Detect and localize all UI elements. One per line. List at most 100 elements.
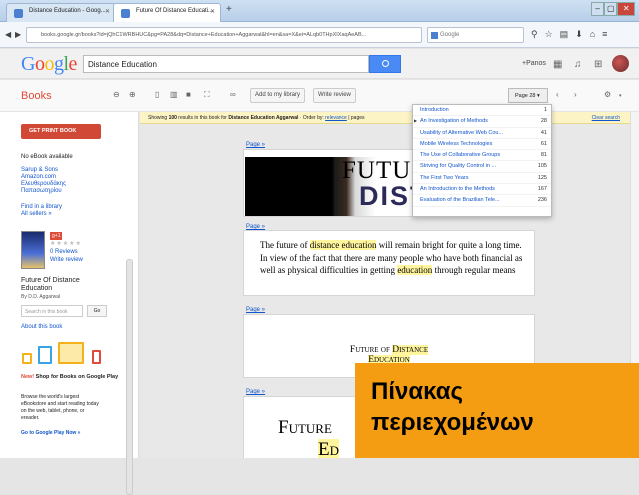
get-print-book-button[interactable]: GET PRINT BOOK — [21, 124, 101, 139]
tab-label: Future Of Distance Educati... — [136, 8, 214, 14]
search-input[interactable]: Distance Education — [83, 55, 369, 73]
caption-overlay: Πίνακας περιεχομένων — [355, 363, 639, 458]
search-engine-label: Google — [440, 32, 460, 38]
fullscreen-icon[interactable]: ⛶ — [204, 90, 210, 100]
seller-link[interactable]: Sarup & Sons — [21, 167, 58, 173]
apps-grid-icon[interactable]: ▦ — [553, 59, 562, 70]
order-relevance-link[interactable]: relevance — [325, 115, 347, 121]
link-icon[interactable]: ∞ — [230, 90, 236, 99]
library-icon[interactable]: ▤ — [560, 29, 576, 39]
toc-page: 61 — [540, 140, 547, 147]
viewer-scrollbar[interactable] — [630, 112, 639, 367]
settings-gear-icon[interactable]: ⚙ — [604, 90, 611, 99]
clear-search-link[interactable]: Clear search — [592, 115, 620, 121]
page-link[interactable]: Page » — [246, 389, 265, 395]
ereader-icon — [92, 350, 101, 364]
two-page-icon[interactable]: ▥ — [170, 90, 178, 99]
all-sellers-link[interactable]: All sellers » — [21, 211, 52, 217]
close-window-button[interactable]: ✕ — [617, 2, 635, 16]
toc-item[interactable]: Introduction 1 — [413, 105, 551, 117]
toc-item[interactable]: The First Two Years 125 — [413, 173, 551, 185]
close-tab-icon[interactable]: ✕ — [105, 8, 110, 15]
single-page-icon[interactable]: ▯ — [155, 90, 159, 99]
minimize-button[interactable]: – — [591, 2, 605, 16]
avatar[interactable] — [612, 55, 629, 72]
book-page: The future of distance education will re… — [243, 230, 535, 296]
toc-page: 28 — [540, 118, 547, 125]
google-play-link[interactable]: Go to Google Play Now » — [21, 430, 80, 436]
order-pages-link[interactable]: | pages — [347, 115, 364, 121]
google-plus-one-badge[interactable]: g+1 — [50, 232, 63, 240]
toc-item[interactable]: The Use of Collaborative Groups 81 — [413, 150, 551, 162]
zoom-in-icon[interactable]: ⊕ — [129, 90, 136, 99]
toc-page: 81 — [540, 152, 547, 159]
google-logo[interactable]: Google — [21, 53, 77, 76]
menu-icon[interactable]: ≡ — [602, 29, 614, 39]
toc-page: 1 — [543, 107, 547, 113]
maximize-button[interactable]: ▢ — [604, 2, 618, 16]
close-tab-icon[interactable]: ✕ — [210, 8, 215, 15]
toc-item[interactable]: Striving for Quality Control in ... 105 — [413, 161, 551, 173]
forward-icon[interactable]: ▶ — [15, 30, 21, 39]
tab-distance-education[interactable]: Distance Education - Goog... ✕ — [6, 3, 116, 22]
toc-item[interactable]: Mobile Wireless Technologies 61 — [413, 139, 551, 151]
bookmark-star-icon[interactable]: ☆ — [545, 29, 560, 39]
books-label[interactable]: Books — [21, 90, 52, 102]
reviews-link[interactable]: 0 Reviews — [50, 249, 78, 255]
toc-item[interactable]: Usability of Alternative Web Cou... 41 — [413, 128, 551, 139]
write-review-link[interactable]: Write review — [50, 257, 83, 263]
download-icon[interactable]: ⬇ — [575, 29, 590, 39]
search-go-button[interactable]: Go — [87, 305, 107, 317]
sidebar-scrollbar[interactable] — [126, 259, 133, 495]
book-cover-thumbnail[interactable] — [21, 231, 45, 269]
home-icon[interactable]: ⌂ — [590, 29, 602, 39]
new-tab-button[interactable]: + — [226, 4, 232, 15]
zoom-out-icon[interactable]: ⊖ — [113, 90, 120, 99]
search-button[interactable] — [369, 55, 401, 73]
highlighted-term: distance education — [309, 240, 377, 250]
previous-page-icon[interactable]: ‹ — [556, 90, 559, 99]
search-in-book-input[interactable]: Search in this book — [21, 305, 83, 317]
browser-search-box[interactable]: Google — [427, 27, 524, 43]
notice-query: Distance Education Aggarwal — [228, 115, 299, 121]
toc-item-current[interactable]: An Investigation of Methods 28 — [413, 116, 551, 128]
seller-link[interactable]: Παπασωτηρίου — [21, 188, 62, 194]
seller-link[interactable]: Ελευθερουδάκης — [21, 181, 66, 187]
caption-line1: Πίνακας — [371, 378, 463, 405]
browser-nav-bar: ◀ ▶ books.google.gr/books?id=jQhC1WRBHUC… — [0, 22, 639, 48]
back-icon[interactable]: ◀ — [5, 30, 11, 39]
promo-text: eBookstore and start reading today — [21, 401, 99, 407]
text-run: Future of — [349, 345, 393, 355]
tablet-icon — [38, 346, 52, 364]
toc-title: Striving for Quality Control in ... — [420, 163, 497, 170]
devices-illustration — [22, 342, 117, 364]
write-review-button[interactable]: Write review — [313, 88, 356, 103]
page-select-button[interactable]: Page 28 ▾ — [508, 88, 548, 103]
notifications-bell-icon[interactable]: ♫ — [574, 59, 582, 70]
toc-item[interactable]: Evaluation of the Brazilian Tele... 236 — [413, 195, 551, 207]
highlighted-term: Ed — [318, 439, 339, 458]
seller-link[interactable]: Amazon.com — [21, 174, 56, 180]
toc-page: 236 — [537, 197, 547, 204]
page-link[interactable]: Page » — [246, 307, 265, 313]
notice-text: Showing — [148, 115, 169, 121]
toc-page: 167 — [537, 186, 547, 193]
share-icon[interactable]: ⊞ — [594, 59, 602, 70]
add-to-library-button[interactable]: Add to my library — [250, 88, 306, 103]
book-author: By D.D. Aggarwal — [21, 294, 61, 300]
page-link[interactable]: Page » — [246, 142, 265, 148]
chevron-down-icon[interactable]: ▾ — [619, 93, 622, 99]
toc-item[interactable]: An Introduction to the Methods 167 — [413, 184, 551, 196]
book-sidebar: GET PRINT BOOK No eBook available Sarup … — [0, 112, 139, 495]
google-plus-link[interactable]: +Panos — [522, 60, 546, 67]
window-controls: – ▢ ✕ — [591, 2, 635, 16]
search-icon[interactable]: ⚲ — [531, 29, 545, 39]
find-in-library-link[interactable]: Find in a library — [21, 204, 62, 210]
toc-title: Evaluation of the Brazilian Tele... — [420, 197, 500, 204]
promo-title: Shop for Books on Google Play — [35, 374, 119, 380]
about-book-link[interactable]: About this book — [21, 324, 62, 330]
tab-future-of-distance-education[interactable]: Future Of Distance Educati... ✕ — [113, 3, 221, 22]
next-page-icon[interactable]: › — [574, 90, 577, 99]
thumbnail-view-icon[interactable]: ■ — [186, 90, 191, 99]
address-bar[interactable]: books.google.gr/books?id=jQhC1WRBHUC&pg=… — [26, 27, 422, 43]
